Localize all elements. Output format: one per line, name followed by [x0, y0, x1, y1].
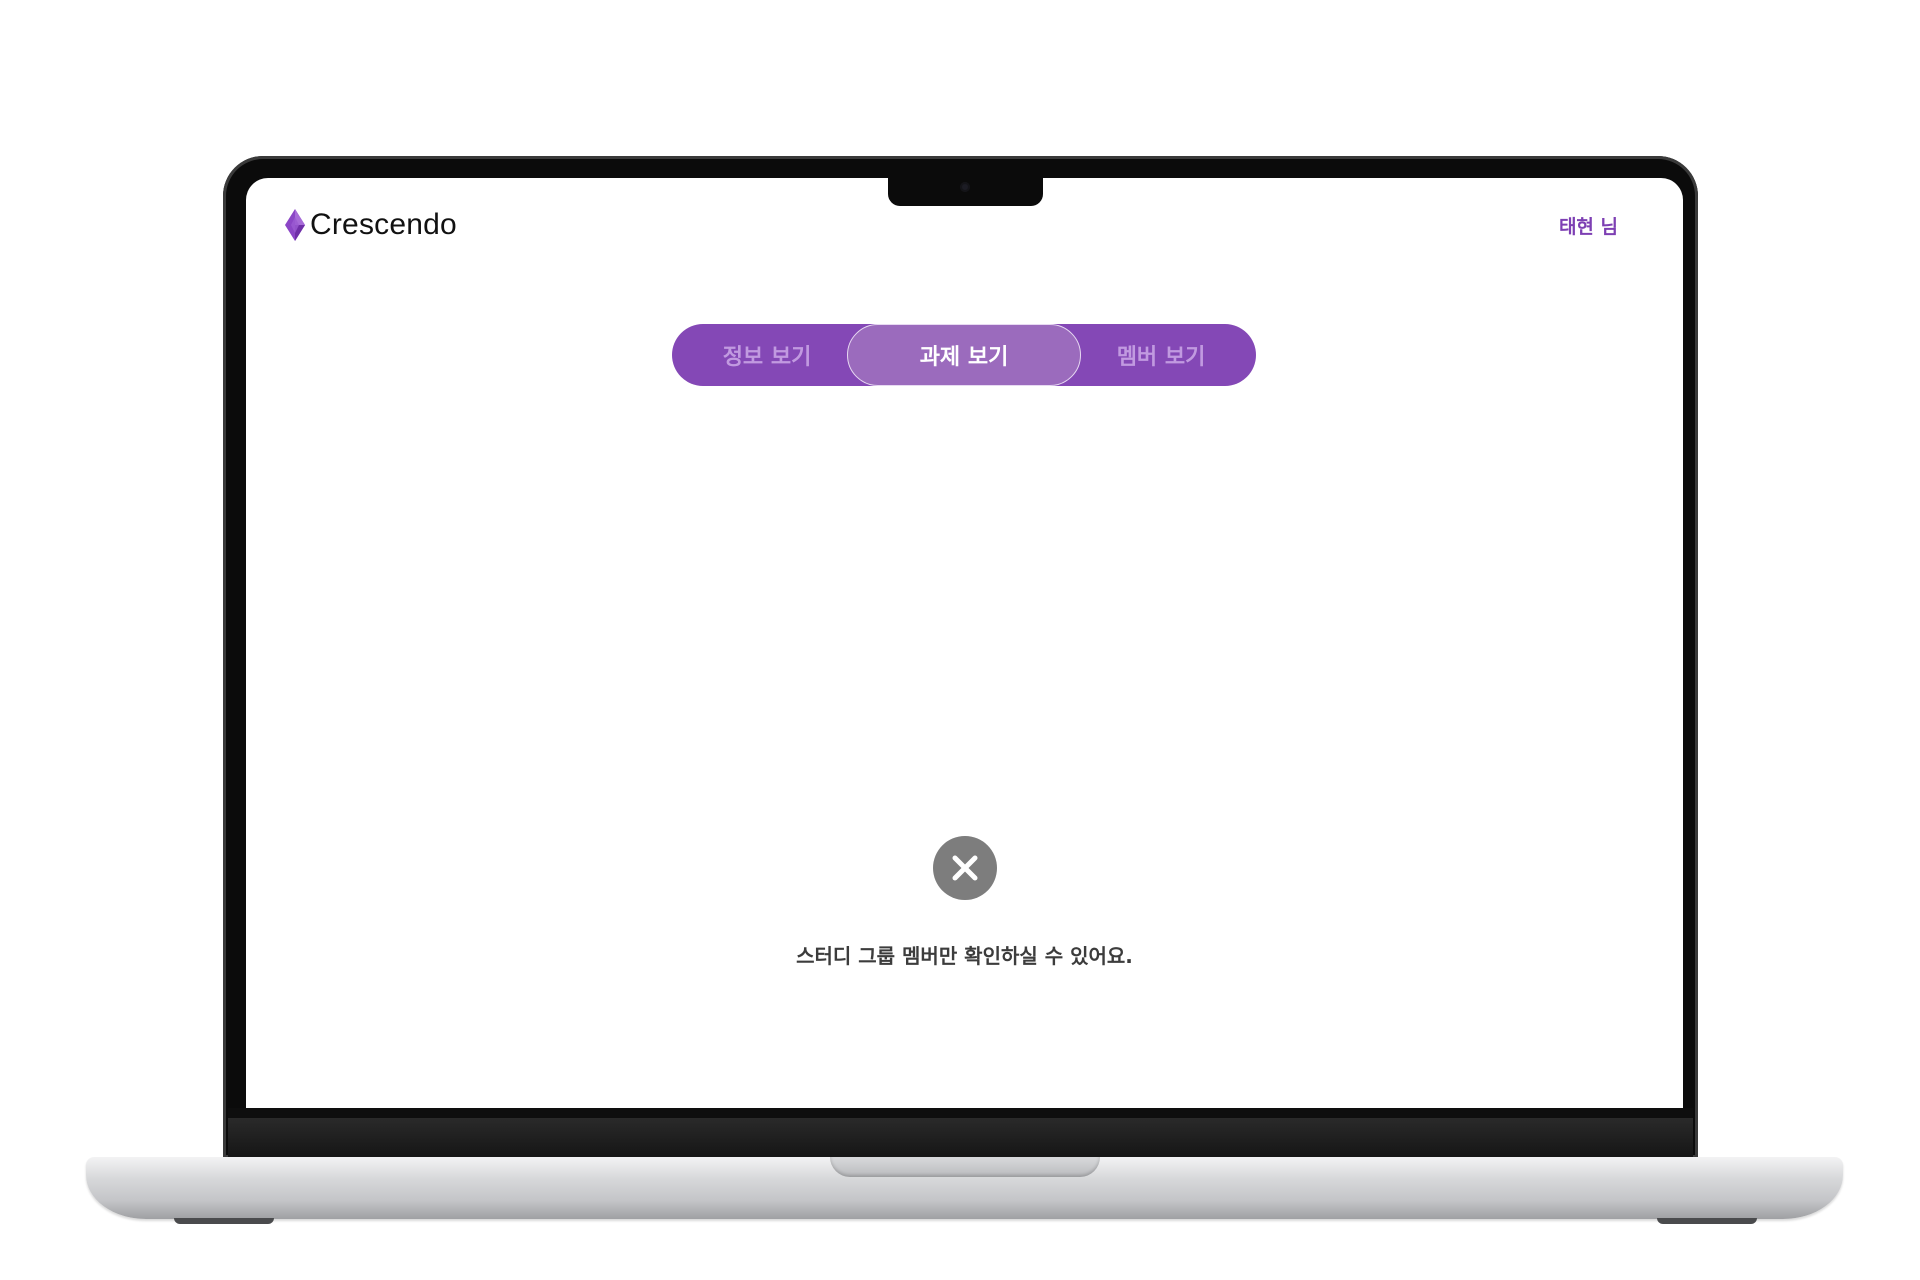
user-greeting[interactable]: 태현 님	[1559, 212, 1618, 239]
laptop-hinge	[228, 1118, 1693, 1158]
empty-state-message: 스터디 그룹 멤버만 확인하실 수 있어요.	[796, 944, 1133, 968]
tab-assignments[interactable]: 과제 보기	[847, 324, 1081, 386]
empty-state: 스터디 그룹 멤버만 확인하실 수 있어요.	[246, 836, 1683, 969]
tab-members[interactable]: 멤버 보기	[1066, 324, 1256, 386]
screen-bezel	[228, 1108, 1693, 1118]
laptop-screen: Crescendo 태현 님 정보 보기 멤버 보기 과제 보기 스터디 그룹 …	[246, 178, 1683, 1108]
brand-name: Crescendo	[310, 208, 457, 241]
diamond-icon	[284, 208, 306, 242]
laptop-foot-left	[174, 1218, 274, 1224]
brand-logo[interactable]: Crescendo	[284, 208, 457, 242]
camera-icon	[960, 182, 970, 192]
camera-notch	[888, 176, 1043, 206]
tab-info[interactable]: 정보 보기	[672, 324, 862, 386]
laptop-opening-lip	[830, 1157, 1100, 1177]
view-tabs: 정보 보기 멤버 보기 과제 보기	[672, 324, 1256, 386]
laptop-foot-right	[1657, 1218, 1757, 1224]
close-icon	[932, 836, 997, 900]
